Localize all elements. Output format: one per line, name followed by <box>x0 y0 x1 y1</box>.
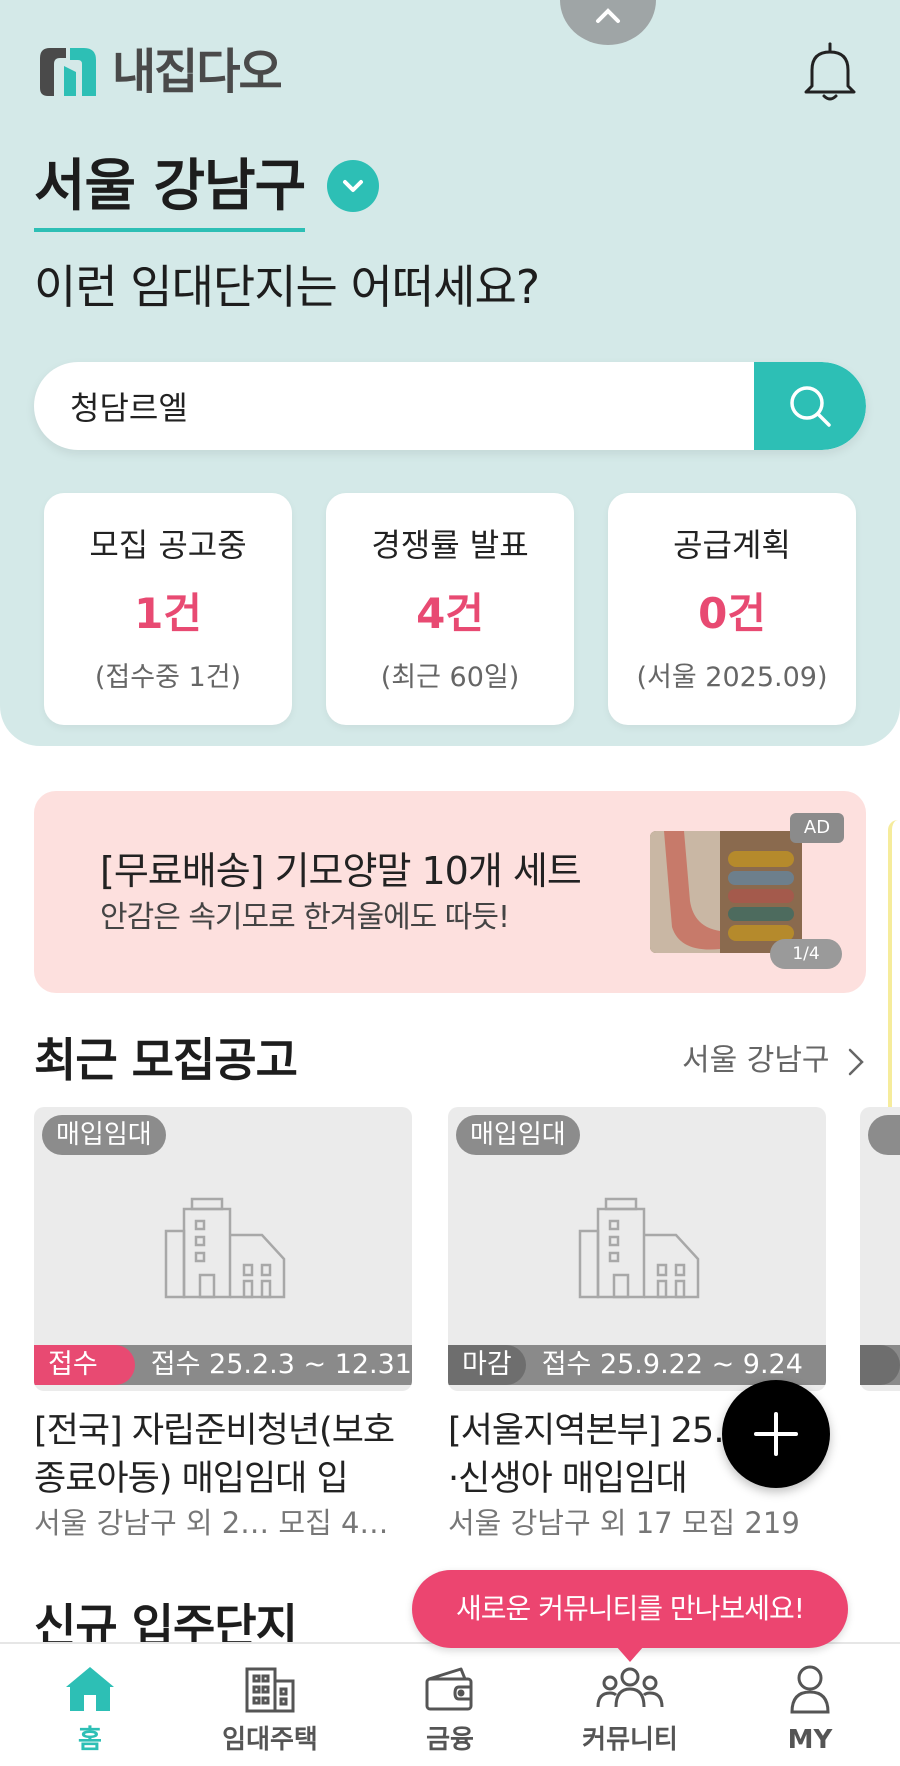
tab-home[interactable]: 홈 <box>0 1662 180 1762</box>
home-icon <box>0 1662 180 1716</box>
stat-note: (접수중 1건) <box>94 662 242 693</box>
search-input[interactable] <box>70 362 750 450</box>
wallet-icon <box>360 1662 540 1716</box>
tab-label: 홈 <box>78 1725 102 1755</box>
recent-region-link[interactable]: 서울 강남구 <box>682 1040 830 1082</box>
listing-type-badge: 매입임대 <box>42 1115 166 1155</box>
listing-meta: 서울 강남구 외 2… 모집 4… <box>34 1506 389 1540</box>
status-badge <box>860 1345 900 1385</box>
search-bar <box>34 362 866 450</box>
tab-label: 임대주택 <box>222 1725 318 1755</box>
listing-card-peek[interactable] <box>860 1107 900 1527</box>
stat-card-supply-plan[interactable]: 공급계획 0건 (서울 2025.09) <box>608 493 856 725</box>
application-period: 접수 25.9.22 ~ 9.24 <box>541 1349 803 1380</box>
building-icon <box>180 1662 360 1716</box>
stat-count: 4건 <box>416 589 484 638</box>
ad-banner[interactable]: [무료배송] 기모양말 10개 세트 안감은 속기모로 한겨울에도 따듯! AD… <box>34 791 866 993</box>
stat-count: 1건 <box>134 589 202 638</box>
tab-community[interactable]: 커뮤니티 <box>540 1662 720 1762</box>
listing-status-bar: 마감 접수 25.9.22 ~ 9.24 <box>448 1345 826 1385</box>
stat-title: 경쟁률 발표 <box>371 526 529 564</box>
listing-image: 매입임대 접수중 접수 25.2.3 ~ 12.31 <box>34 1107 412 1391</box>
search-button[interactable] <box>754 362 866 450</box>
ad-subtitle: 안감은 속기모로 한겨울에도 따듯! <box>100 900 510 935</box>
application-period: 접수 25.2.3 ~ 12.31 <box>150 1349 412 1380</box>
app-logo[interactable]: 내집다오 <box>34 40 283 104</box>
tab-rental-housing[interactable]: 임대주택 <box>180 1662 360 1762</box>
ad-product-image <box>650 831 802 953</box>
stat-card-recruiting[interactable]: 모집 공고중 1건 (접수중 1건) <box>44 493 292 725</box>
community-icon <box>540 1662 720 1716</box>
listing-status-bar: 접수중 접수 25.2.3 ~ 12.31 <box>34 1345 412 1391</box>
tab-my[interactable]: MY <box>720 1662 900 1762</box>
add-button[interactable] <box>722 1380 830 1488</box>
stat-note: (서울 2025.09) <box>636 662 828 693</box>
chevron-up-icon <box>596 8 620 23</box>
plus-icon <box>754 1412 798 1456</box>
bottom-tab-bar: 홈 임대주택 금융 커뮤니티 MY <box>0 1642 900 1766</box>
building-placeholder-icon <box>578 1197 700 1299</box>
stat-note: (최근 60일) <box>380 662 520 693</box>
chevron-right-icon <box>848 1048 864 1076</box>
tab-label: 금융 <box>426 1725 474 1755</box>
logo-text: 내집다오 <box>112 44 283 100</box>
listing-type-badge <box>868 1115 900 1155</box>
status-badge: 접수중 <box>34 1345 135 1391</box>
stat-card-competition[interactable]: 경쟁률 발표 4건 (최근 60일) <box>326 493 574 725</box>
chevron-down-icon <box>327 160 380 212</box>
notification-button[interactable] <box>800 40 860 104</box>
region-label: 서울 강남구 <box>34 150 306 232</box>
ad-title: [무료배송] 기모양말 10개 세트 <box>100 849 582 893</box>
status-badge: 마감 <box>448 1345 526 1385</box>
stat-title: 모집 공고중 <box>89 526 247 564</box>
listing-card[interactable]: 매입임대 접수중 접수 25.2.3 ~ 12.31 [전국] 자립준비청년(보… <box>34 1107 412 1543</box>
stat-title: 공급계획 <box>673 526 791 564</box>
community-prompt-bubble[interactable]: 새로운 커뮤니티를 만나보세요! <box>412 1570 848 1648</box>
listing-title: [전국] 자립준비청년(보호종료아동) 매입임대 입 <box>34 1411 395 1499</box>
tab-finance[interactable]: 금융 <box>360 1662 540 1762</box>
stat-count: 0건 <box>698 589 766 638</box>
recent-section-title: 최근 모집공고 <box>34 1033 298 1087</box>
search-icon <box>790 386 831 427</box>
listing-type-badge: 매입임대 <box>456 1115 580 1155</box>
building-placeholder-icon <box>164 1197 286 1299</box>
bubble-tail <box>616 1646 644 1662</box>
ad-badge: AD <box>790 813 844 843</box>
tab-label: 커뮤니티 <box>582 1725 678 1755</box>
user-icon <box>720 1662 900 1716</box>
listing-meta: 서울 강남구 외 17 모집 219 <box>448 1506 800 1540</box>
logo-mark-icon <box>40 48 96 96</box>
ad-page-indicator: 1/4 <box>770 939 842 969</box>
bell-icon <box>804 42 856 101</box>
region-selector[interactable]: 서울 강남구 <box>34 150 380 236</box>
listing-image: 매입임대 마감 접수 25.9.22 ~ 9.24 <box>448 1107 826 1391</box>
side-banner-edge <box>888 820 900 1120</box>
page-subtitle: 이런 임대단지는 어떠세요? <box>34 260 540 314</box>
tab-label: MY <box>787 1725 833 1755</box>
